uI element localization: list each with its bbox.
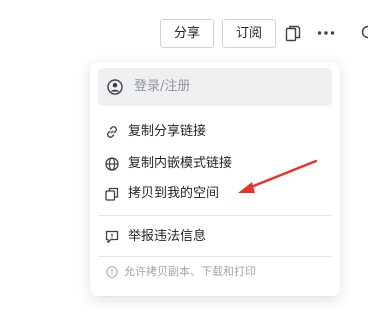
menu-divider xyxy=(98,256,332,257)
doc-toolbar: 分享 订阅 xyxy=(0,0,368,52)
login-register-label: 登录/注册 xyxy=(134,79,191,94)
duplicate-doc-icon[interactable] xyxy=(285,25,301,42)
report-icon xyxy=(105,230,119,244)
globe-icon xyxy=(105,157,119,171)
link-icon xyxy=(107,126,117,138)
login-register-item[interactable]: 登录/注册 xyxy=(98,68,332,106)
menu-item-copy-share-link[interactable]: 复制分享链接 xyxy=(90,117,340,147)
copy-icon xyxy=(105,187,119,201)
more-icon[interactable] xyxy=(317,30,335,36)
share-button[interactable]: 分享 xyxy=(160,19,214,48)
annotation-arrow-icon xyxy=(238,159,318,193)
permission-note: 允许拷贝副本、下载和打印 xyxy=(90,261,340,285)
search-icon[interactable] xyxy=(360,24,368,42)
user-avatar-icon xyxy=(107,79,123,95)
menu-item-label: 复制分享链接 xyxy=(128,124,207,139)
menu-item-label: 拷贝到我的空间 xyxy=(128,186,220,201)
subscribe-button[interactable]: 订阅 xyxy=(222,19,276,48)
menu-divider xyxy=(98,215,332,216)
permission-note-text: 允许拷贝副本、下载和打印 xyxy=(124,265,256,278)
info-icon xyxy=(106,266,118,278)
menu-item-label: 复制内嵌模式链接 xyxy=(128,156,233,171)
menu-item-report[interactable]: 举报违法信息 xyxy=(90,222,340,252)
menu-item-label: 举报违法信息 xyxy=(128,229,207,244)
